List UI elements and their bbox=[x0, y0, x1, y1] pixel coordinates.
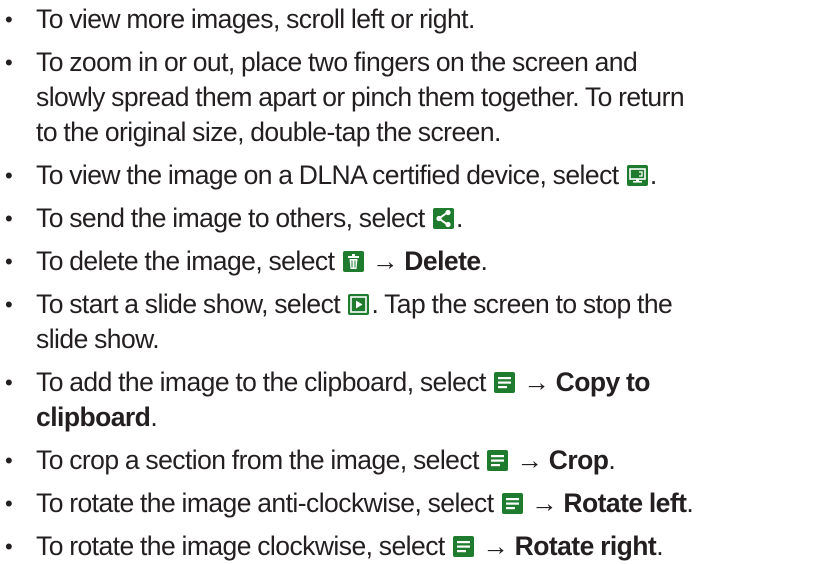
item-text: . bbox=[150, 402, 158, 432]
item-text: . bbox=[686, 488, 694, 518]
menu-icon bbox=[487, 450, 509, 471]
list-item: • To rotate the image anti-clockwise, sel… bbox=[0, 486, 815, 521]
menu-option-rotate-right: Rotate right bbox=[514, 531, 657, 561]
menu-icon bbox=[494, 372, 516, 393]
bullet: • bbox=[5, 448, 13, 473]
list-item: • To add the image to the clipboard, sele… bbox=[0, 365, 815, 435]
item-text: To send the image to others, select bbox=[36, 203, 432, 233]
bullet: • bbox=[5, 7, 13, 32]
menu-option-crop: Crop bbox=[548, 445, 609, 475]
item-text: To rotate the image clockwise, select bbox=[36, 531, 452, 561]
bullet: • bbox=[5, 491, 13, 516]
menu-icon bbox=[501, 493, 523, 514]
list-item: • To start a slide show, select . Tap the… bbox=[0, 287, 815, 357]
bullet: • bbox=[5, 249, 13, 274]
slideshow-icon bbox=[348, 294, 370, 315]
dlna-icon bbox=[626, 165, 648, 186]
arrow: → bbox=[524, 488, 564, 518]
item-text-line: slide show. bbox=[36, 324, 160, 354]
item-text: . bbox=[456, 203, 463, 233]
list-item: • To send the image to others, select . bbox=[0, 201, 815, 236]
delete-icon bbox=[342, 251, 364, 272]
instruction-list: • To view more images, scroll left or rig… bbox=[0, 2, 815, 564]
item-text-line: slowly spread them apart or pinch them t… bbox=[36, 82, 685, 112]
bullet: • bbox=[5, 206, 13, 231]
menu-option-rotate-left: Rotate left bbox=[563, 488, 687, 518]
item-text: . Tap the screen to stop the bbox=[371, 289, 673, 319]
item-text: To view the image on a DLNA certified de… bbox=[36, 160, 625, 190]
bullet: • bbox=[5, 370, 13, 395]
item-text: . bbox=[608, 445, 616, 475]
arrow: → bbox=[365, 246, 405, 276]
item-text: . bbox=[480, 246, 488, 276]
list-item: • To zoom in or out, place two fingers on… bbox=[0, 45, 815, 150]
bullet: • bbox=[5, 50, 13, 75]
item-text: . bbox=[656, 531, 664, 561]
item-text: . bbox=[649, 160, 657, 190]
item-text-line: To zoom in or out, place two fingers on … bbox=[36, 47, 638, 77]
item-text: To view more images, scroll left or righ… bbox=[36, 4, 475, 34]
item-text: To start a slide show, select bbox=[36, 289, 347, 319]
menu-option-copy-to-clipboard: Copy to bbox=[555, 367, 651, 397]
bullet: • bbox=[5, 292, 13, 317]
menu-icon bbox=[453, 536, 475, 557]
list-item: • To crop a section from the image, selec… bbox=[0, 443, 815, 478]
arrow: → bbox=[476, 531, 515, 561]
item-text: To add the image to the clipboard, selec… bbox=[36, 367, 493, 397]
arrow: → bbox=[510, 445, 549, 475]
menu-option-copy-to-clipboard-cont: clipboard bbox=[36, 402, 151, 432]
bullet: • bbox=[5, 163, 13, 188]
list-item: • To view the image on a DLNA certified d… bbox=[0, 158, 815, 193]
list-item: • To view more images, scroll left or rig… bbox=[0, 2, 815, 37]
item-text: To rotate the image anti-clockwise, sele… bbox=[36, 488, 500, 518]
arrow: → bbox=[517, 367, 556, 397]
item-text: To delete the image, select bbox=[36, 246, 341, 276]
item-text-line: to the original size, double-tap the scr… bbox=[36, 117, 501, 147]
item-text: To crop a section from the image, select bbox=[36, 445, 486, 475]
document-page: • To view more images, scroll left or rig… bbox=[0, 0, 815, 561]
menu-option-delete: Delete bbox=[404, 246, 481, 276]
list-item: • To delete the image, select → Delete. bbox=[0, 244, 815, 279]
share-icon bbox=[433, 208, 455, 229]
